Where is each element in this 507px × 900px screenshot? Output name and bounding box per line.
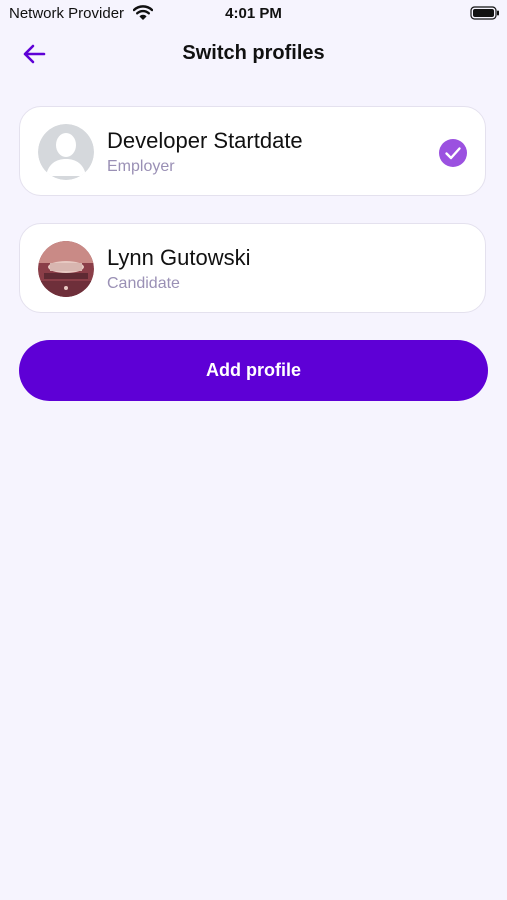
profile-card-developer-startdate[interactable]: Developer Startdate Employer (19, 106, 486, 196)
avatar-default-icon (38, 124, 94, 180)
selected-check-icon (439, 139, 467, 167)
profile-role: Candidate (107, 275, 180, 292)
avatar-photo (38, 241, 94, 297)
status-bar: Network Provider 4:01 PM (0, 0, 507, 28)
profile-role: Employer (107, 158, 175, 175)
page-title: Switch profiles (182, 42, 325, 64)
add-profile-button[interactable]: Add profile (19, 340, 488, 401)
nav-bar: Switch profiles (0, 30, 507, 78)
profile-name: Developer Startdate (107, 128, 303, 153)
profile-name: Lynn Gutowski (107, 245, 251, 270)
battery-icon (470, 6, 500, 25)
profile-card-lynn-gutowski[interactable]: Lynn Gutowski Candidate (19, 223, 486, 313)
status-time: 4:01 PM (225, 5, 282, 22)
